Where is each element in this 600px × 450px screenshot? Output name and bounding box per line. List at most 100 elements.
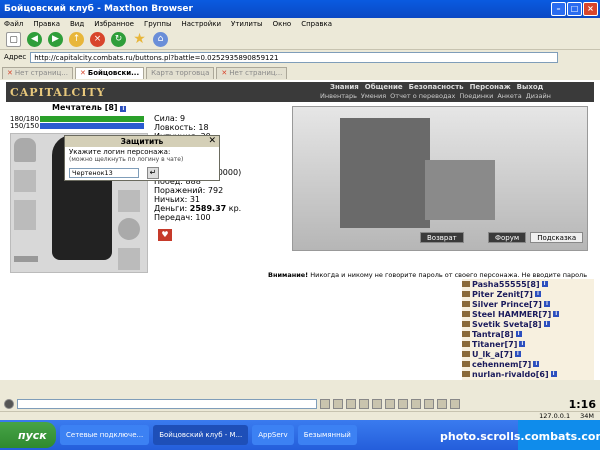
armor-slot[interactable] — [14, 200, 36, 230]
list-item[interactable]: Titaner[7] i — [462, 339, 594, 349]
menu-help[interactable]: Справка — [301, 20, 332, 28]
user-name[interactable]: Svetik Sveta[8] — [472, 320, 542, 329]
forum-button[interactable]: Форум — [488, 232, 527, 243]
start-button[interactable]: пуск — [0, 422, 56, 448]
tab-4[interactable]: ✕ Нет страниц... — [216, 67, 288, 79]
belt-slot[interactable] — [14, 256, 38, 262]
favorites-star-icon[interactable]: ★ — [132, 32, 147, 47]
list-item[interactable]: Steel HAMMER[7] i — [462, 309, 594, 319]
menu-view[interactable]: Вид — [70, 20, 84, 28]
nav-security[interactable]: Безопасность — [409, 83, 464, 91]
list-item[interactable]: Tantra[8] i — [462, 329, 594, 339]
task-appserv[interactable]: AppServ — [252, 425, 294, 445]
back-button[interactable]: Возврат — [420, 232, 464, 243]
address-input[interactable]: http://capitalcity.combats.ru/buttons.pl… — [30, 51, 559, 63]
subnav-inventory[interactable]: Инвентарь — [320, 92, 357, 100]
info-icon[interactable]: i — [533, 361, 540, 367]
user-name[interactable]: Titaner[7] — [472, 340, 517, 349]
character-name[interactable]: Мечтатель [8] i — [52, 103, 127, 112]
list-item[interactable]: Piter Zenit[7] i — [462, 289, 594, 299]
chat-menu-icon[interactable] — [4, 399, 14, 409]
up-folder-icon[interactable]: ↑ — [69, 32, 84, 47]
chat-exit-icon[interactable] — [450, 399, 460, 409]
shield-slot[interactable] — [118, 190, 140, 212]
heart-icon[interactable]: ♥ — [158, 229, 172, 241]
nav-character[interactable]: Персонаж — [470, 83, 511, 91]
subnav-fights[interactable]: Поединки — [459, 92, 493, 100]
list-item[interactable]: Silver Prince[7] i — [462, 299, 594, 309]
menu-settings[interactable]: Настройки — [182, 20, 222, 28]
hint-button[interactable]: Подсказка — [530, 232, 584, 243]
task-network[interactable]: Сетевые подключе... — [60, 425, 150, 445]
user-name[interactable]: Steel HAMMER[7] — [472, 310, 551, 319]
user-name[interactable]: Tantra[8] — [472, 330, 514, 339]
subnav-profile[interactable]: Анкета — [497, 92, 521, 100]
nav-knowledge[interactable]: Знания — [330, 83, 359, 91]
info-icon[interactable]: i — [534, 291, 541, 297]
chat-refresh-icon[interactable] — [424, 399, 434, 409]
refresh-icon[interactable]: ↻ — [111, 32, 126, 47]
info-icon[interactable]: i — [543, 301, 550, 307]
subnav-transfers[interactable]: Отчет о переводах — [390, 92, 455, 100]
subnav-skills[interactable]: Умения — [361, 92, 386, 100]
info-icon[interactable]: i — [514, 351, 521, 357]
chat-input[interactable] — [17, 399, 317, 409]
ring-slot[interactable] — [118, 218, 140, 240]
confirm-button[interactable]: ↵ — [147, 167, 159, 179]
info-icon[interactable]: i — [550, 371, 557, 377]
forward-icon[interactable]: ▶ — [48, 32, 63, 47]
chat-send-icon[interactable] — [320, 399, 330, 409]
tab-2[interactable]: ✕ Бойцовски... — [74, 67, 145, 79]
task-browser[interactable]: Бойцовский клуб - M... — [153, 425, 249, 445]
chat-clear-icon[interactable] — [333, 399, 343, 409]
stop-icon[interactable]: × — [90, 32, 105, 47]
info-icon[interactable]: i — [543, 321, 550, 327]
chat-settings-icon[interactable] — [437, 399, 447, 409]
nav-communication[interactable]: Общение — [365, 83, 403, 91]
minimize-button[interactable]: – — [551, 2, 566, 16]
menu-utilities[interactable]: Утилиты — [231, 20, 263, 28]
user-name[interactable]: U_lk_a[7] — [472, 350, 513, 359]
chat-translit-icon[interactable] — [385, 399, 395, 409]
login-input[interactable]: Чертенок13 — [69, 168, 139, 178]
menu-edit[interactable]: Правка — [33, 20, 60, 28]
boots-slot[interactable] — [118, 248, 140, 270]
tab-3[interactable]: Карта торговца — [146, 67, 215, 79]
chat-private-icon[interactable] — [411, 399, 421, 409]
chat-sort-icon[interactable] — [359, 399, 369, 409]
subnav-design[interactable]: Дизайн — [526, 92, 551, 100]
info-icon[interactable]: i — [515, 331, 522, 337]
user-name[interactable]: Piter Zenit[7] — [472, 290, 533, 299]
nav-exit[interactable]: Выход — [517, 83, 544, 91]
info-icon[interactable]: i — [553, 311, 560, 317]
list-item[interactable]: cehennem[7] i — [462, 359, 594, 369]
close-icon[interactable]: ✕ — [208, 136, 216, 147]
close-window-button[interactable]: × — [583, 2, 598, 16]
home-icon[interactable]: ⌂ — [153, 32, 168, 47]
info-icon[interactable]: i — [541, 281, 548, 287]
task-untitled[interactable]: Безымянный — [297, 425, 357, 445]
weapon-slot[interactable] — [14, 170, 36, 192]
maximize-button[interactable]: □ — [567, 2, 582, 16]
list-item[interactable]: Svetik Sveta[8] i — [462, 319, 594, 329]
user-name[interactable]: nurlan-rivaldo[6] — [472, 370, 549, 379]
back-icon[interactable]: ◀ — [27, 32, 42, 47]
user-name[interactable]: Pasha55555[8] — [472, 280, 540, 289]
chat-filter-icon[interactable] — [346, 399, 356, 409]
chat-smiles-icon[interactable] — [372, 399, 382, 409]
menu-file[interactable]: Файл — [4, 20, 23, 28]
new-page-icon[interactable]: ▢ — [6, 32, 21, 47]
chat-sound-icon[interactable] — [398, 399, 408, 409]
menu-favorites[interactable]: Избранное — [94, 20, 134, 28]
list-item[interactable]: nurlan-rivaldo[6] i — [462, 369, 594, 379]
user-name[interactable]: Silver Prince[7] — [472, 300, 542, 309]
list-item[interactable]: Pasha55555[8] i — [462, 279, 594, 289]
info-icon[interactable]: i — [519, 341, 526, 347]
user-name[interactable]: cehennem[7] — [472, 360, 531, 369]
menu-window[interactable]: Окно — [273, 20, 292, 28]
list-item[interactable]: U_lk_a[7] i — [462, 349, 594, 359]
helmet-slot[interactable] — [14, 138, 36, 162]
menu-groups[interactable]: Группы — [144, 20, 172, 28]
info-icon[interactable]: i — [120, 106, 127, 112]
tab-1[interactable]: ✕ Нет страниц... — [2, 67, 73, 79]
